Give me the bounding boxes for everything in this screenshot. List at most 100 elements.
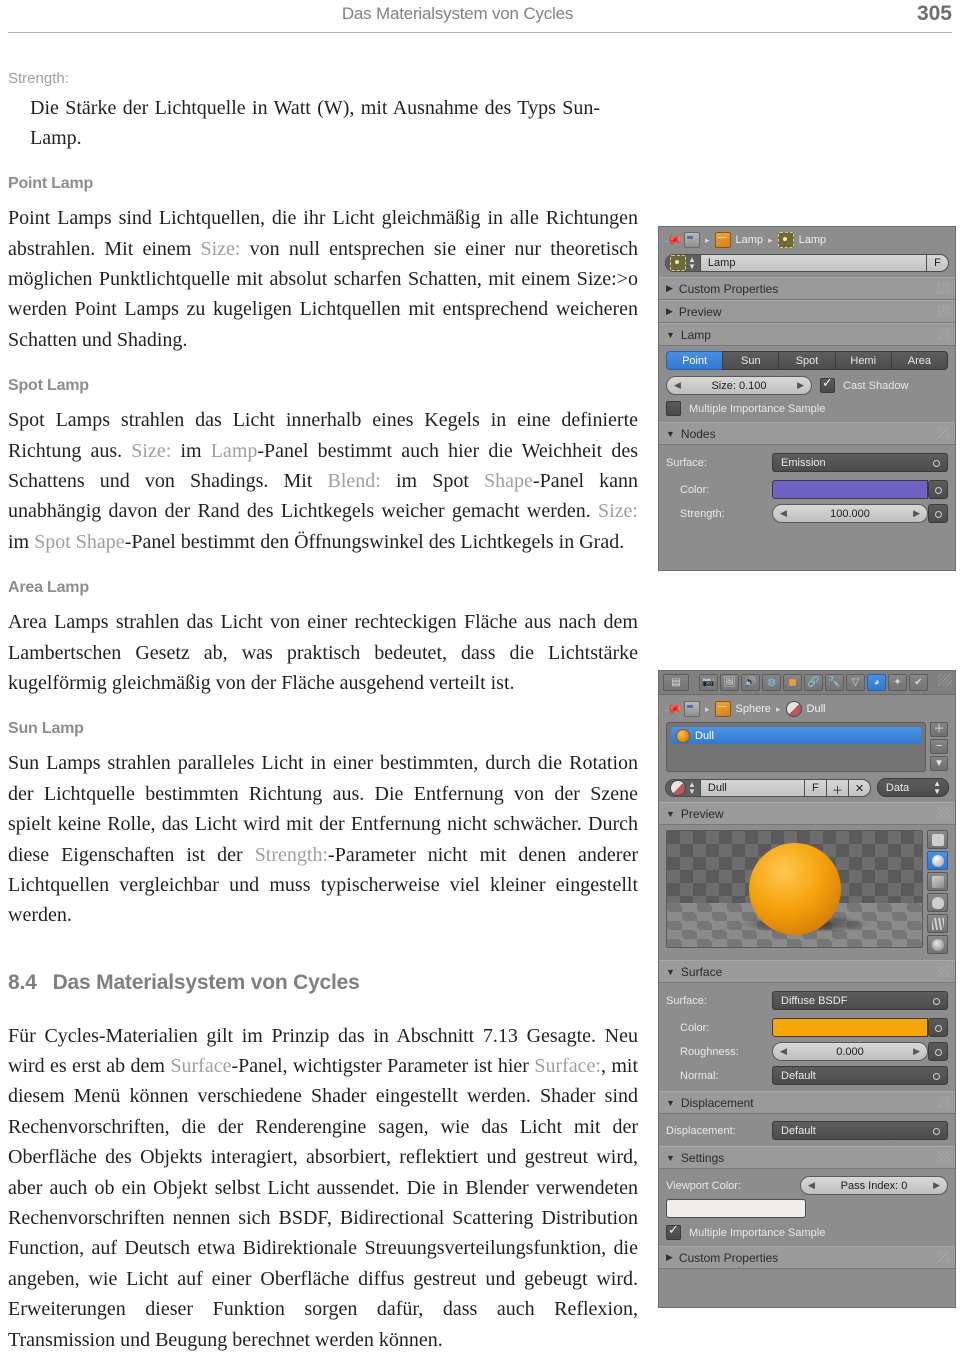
pass-index-slider[interactable]: ◀ Pass Index: 0 ▶ [800,1176,948,1195]
surface-normal-dropdown[interactable]: Default [772,1066,948,1085]
flat-preview-icon[interactable] [927,830,948,849]
viewport-color-swatch[interactable] [666,1199,806,1218]
editor-type-icon[interactable] [684,232,700,248]
constraints-icon[interactable]: 🔗 [804,674,823,691]
panel-header-custom-properties[interactable]: ▶ Custom Properties [659,1246,955,1269]
render-layers-icon[interactable]: 🖼 [720,674,739,691]
multiple-importance-sample-checkbox[interactable] [666,401,681,416]
node-socket-icon[interactable] [933,1128,940,1135]
displacement-dropdown[interactable]: Default [772,1121,948,1140]
nodes-surface-dropdown[interactable]: Emission [772,453,948,472]
chevron-updown-icon[interactable]: ▲ ▼ [688,780,696,795]
chevron-updown-icon[interactable]: ▲ ▼ [688,256,696,271]
object-icon[interactable]: ◼ [783,674,802,691]
lamp-type-area-button[interactable]: Area [890,351,949,370]
node-socket-button[interactable] [928,1042,948,1061]
editor-type-icon[interactable] [684,701,700,717]
surface-shader-dropdown[interactable]: Diffuse BSDF [772,991,948,1010]
panel-header-preview[interactable]: ▼ Preview [659,802,955,825]
material-icon[interactable] [785,701,802,717]
chevron-right-icon[interactable]: ▶ [913,1046,920,1057]
blender-material-properties-panel[interactable]: ▤ 📷 🖼 🔊 ◍ ◼ 🔗 🔧 ▽ ◕ ✦ ✔ 📌 ▸ Sphere ▸ Dul… [658,670,956,1308]
add-slot-button[interactable]: ＋ [930,722,948,737]
lamp-type-spot-button[interactable]: Spot [778,351,835,370]
chevron-updown-icon[interactable]: ▲ ▼ [933,779,941,796]
particles-icon[interactable]: ✦ [888,674,907,691]
panel-header-custom-properties[interactable]: ▶ Custom Properties [659,277,955,300]
panel-header-preview[interactable]: ▶ Preview [659,300,955,323]
lamp-type-enum[interactable]: Point Sun Spot Hemi Area [666,351,949,370]
panel-header-nodes[interactable]: ▼ Nodes [659,422,955,445]
chevron-left-icon[interactable]: ◀ [808,1180,815,1191]
node-socket-icon[interactable] [933,460,940,467]
lamp-data-icon[interactable] [777,232,794,248]
pin-icon[interactable]: 📌 [662,229,684,251]
material-name-input[interactable]: Dull [700,778,805,797]
new-material-button[interactable]: ＋ [826,778,849,797]
world-preview-icon[interactable] [927,935,948,954]
pin-icon[interactable]: 📌 [662,698,684,720]
panel-header-settings[interactable]: ▼ Settings [659,1146,955,1169]
hair-preview-icon[interactable] [927,914,948,933]
material-datablock-row[interactable]: ▲ ▼ Dull F ＋ ✕ Data ▲ ▼ [659,772,955,802]
breadcrumb-material-name[interactable]: Dull [807,703,826,715]
node-socket-button[interactable] [928,504,948,523]
physics-icon[interactable]: ✔ [909,674,928,691]
node-socket-icon[interactable] [933,998,940,1005]
nodes-strength-slider[interactable]: ◀ 100.000 ▶ [772,504,928,523]
render-icon[interactable]: 📷 [699,674,718,691]
remove-slot-button[interactable]: − [930,739,948,754]
material-slot-list[interactable]: Dull [666,722,926,772]
editor-type-icon[interactable]: ▤ [663,674,689,691]
object-icon[interactable] [714,701,731,717]
unlink-material-button[interactable]: ✕ [848,778,871,797]
material-slot-buttons[interactable]: ＋ − ▾ [930,722,948,771]
nodes-color-swatch[interactable] [772,480,928,499]
material-icon[interactable]: ◕ [867,674,886,691]
object-icon[interactable] [714,232,731,248]
multiple-importance-sample-checkbox[interactable] [666,1223,681,1240]
surface-color-swatch[interactable] [772,1018,928,1037]
slot-specials-menu-button[interactable]: ▾ [930,756,948,771]
node-socket-button[interactable] [928,480,948,499]
modifiers-icon[interactable]: 🔧 [825,674,844,691]
fake-user-button[interactable]: F [804,778,827,797]
lamp-datablock-row[interactable]: ▲ ▼ Lamp F [659,251,955,277]
lamp-type-hemi-button[interactable]: Hemi [834,351,891,370]
breadcrumb-object-name[interactable]: Lamp [736,234,764,246]
material-link-dropdown[interactable]: Data ▲ ▼ [876,778,949,797]
lamp-name-input[interactable]: Lamp [700,254,927,272]
chevron-right-icon[interactable]: ▶ [913,508,920,519]
lamp-type-point-button[interactable]: Point [666,351,723,370]
node-socket-icon[interactable] [933,1073,940,1080]
material-slot-item[interactable]: Dull [671,727,921,744]
preview-mode-buttons[interactable] [927,830,948,954]
surface-roughness-slider[interactable]: ◀ 0.000 ▶ [772,1042,928,1061]
panel-header-displacement[interactable]: ▼ Displacement [659,1091,955,1114]
properties-tab-bar[interactable]: ▤ 📷 🖼 🔊 ◍ ◼ 🔗 🔧 ▽ ◕ ✦ ✔ [659,671,955,695]
fake-user-button[interactable]: F [927,254,949,272]
lamp-size-slider[interactable]: ◀ Size: 0.100 ▶ [666,376,812,395]
sphere-preview-icon[interactable] [927,851,948,870]
chevron-left-icon[interactable]: ◀ [674,380,681,391]
breadcrumb-object-name[interactable]: Sphere [736,703,771,715]
material-preview-render[interactable] [666,830,923,948]
blender-lamp-properties-panel[interactable]: 📌 ▸ Lamp ▸ Lamp ▲ ▼ Lamp F ▶ Custom Prope… [658,226,956,571]
chevron-right-icon[interactable]: ▶ [797,380,804,391]
object-data-icon[interactable]: ▽ [846,674,865,691]
lamp-datablock-selector[interactable]: ▲ ▼ [665,254,701,272]
monkey-preview-icon[interactable] [927,893,948,912]
cube-preview-icon[interactable] [927,872,948,891]
cast-shadow-checkbox[interactable] [820,376,835,393]
chevron-right-icon[interactable]: ▶ [933,1180,940,1191]
panel-header-surface[interactable]: ▼ Surface [659,960,955,983]
lamp-type-sun-button[interactable]: Sun [722,351,779,370]
world-icon[interactable]: ◍ [762,674,781,691]
node-socket-button[interactable] [928,1018,948,1037]
material-datablock-selector[interactable]: ▲ ▼ [665,778,701,797]
panel-header-lamp[interactable]: ▼ Lamp [659,323,955,346]
chevron-left-icon[interactable]: ◀ [780,1046,787,1057]
breadcrumb-lamp-data-name[interactable]: Lamp [799,234,827,246]
chevron-left-icon[interactable]: ◀ [780,508,787,519]
scene-icon[interactable]: 🔊 [741,674,760,691]
